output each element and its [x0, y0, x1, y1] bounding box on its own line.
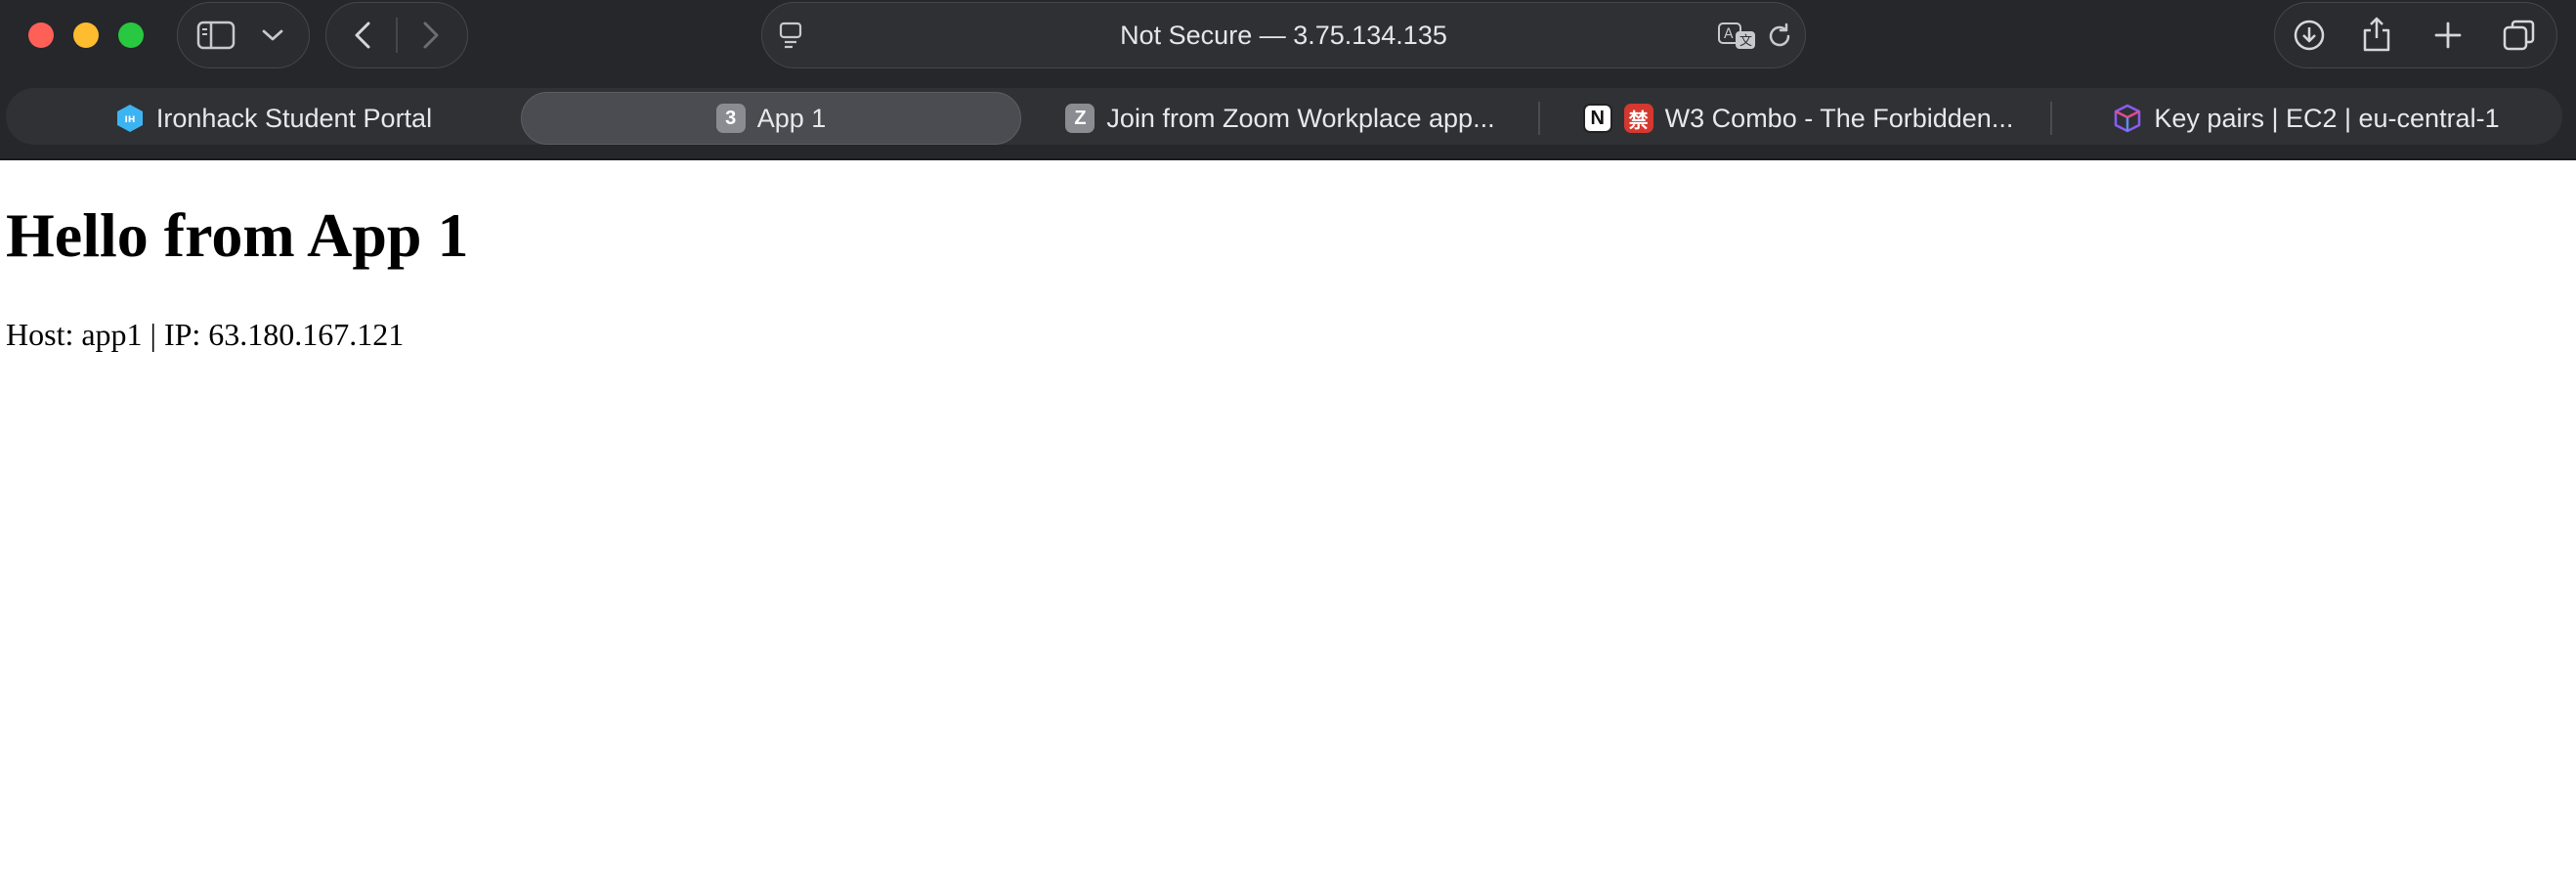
tab-separator — [1538, 102, 1540, 135]
address-bar[interactable]: Not Secure — 3.75.134.135 — [761, 2, 1806, 68]
host-ip-info: Host: app1 | IP: 63.180.167.121 — [6, 317, 405, 352]
close-window-button[interactable] — [28, 22, 54, 48]
reload-icon[interactable] — [1765, 22, 1794, 51]
tab-overview-icon[interactable] — [2502, 18, 2537, 53]
sidebar-toggle-icon[interactable] — [195, 20, 236, 51]
back-arrow-icon[interactable] — [348, 20, 377, 51]
svg-text:IH: IH — [124, 115, 135, 125]
chevron-down-icon[interactable] — [259, 25, 286, 45]
new-tab-plus-icon[interactable] — [2432, 20, 2464, 51]
forward-arrow-icon[interactable] — [416, 20, 446, 51]
tab-app-1[interactable]: 3 App 1 — [521, 92, 1021, 145]
zoom-letter-icon: Z — [1065, 104, 1095, 133]
address-bar-text: Not Secure — 3.75.134.135 — [1120, 20, 1447, 50]
forbidden-kanji-icon: 禁 — [1623, 104, 1653, 133]
cube-icon — [2113, 104, 2142, 133]
page-heading: Hello from App 1 — [6, 200, 469, 270]
tab-key-pairs-ec2[interactable]: Key pairs | EC2 | eu-central-1 — [2062, 92, 2551, 145]
svg-text:A: A — [1724, 26, 1734, 42]
tab-ironhack[interactable]: IH Ironhack Student Portal — [29, 92, 518, 145]
tab-label: Key pairs | EC2 | eu-central-1 — [2154, 103, 2500, 133]
share-icon[interactable] — [2361, 16, 2392, 53]
tab-label: App 1 — [756, 103, 827, 133]
notion-icon: N — [1582, 104, 1612, 133]
maximize-window-button[interactable] — [118, 22, 144, 48]
page-menu-icon[interactable] — [777, 22, 804, 49]
minimize-window-button[interactable] — [73, 22, 99, 48]
tab-label: Join from Zoom Workplace app... — [1106, 103, 1495, 133]
tab-zoom[interactable]: Z Join from Zoom Workplace app... — [1036, 92, 1524, 145]
nav-divider — [396, 18, 398, 53]
tab-separator — [2050, 102, 2052, 135]
page-content: Hello from App 1 Host: app1 | IP: 63.180… — [0, 160, 2576, 874]
tab-w3-combo[interactable]: N 禁 W3 Combo - The Forbidden... — [1554, 92, 2042, 145]
translate-icon[interactable]: A文 — [1718, 22, 1757, 51]
tab-label: W3 Combo - The Forbidden... — [1664, 103, 2014, 133]
tab-number-badge: 3 — [715, 104, 746, 133]
ironhack-icon: IH — [115, 104, 145, 133]
svg-text:文: 文 — [1739, 34, 1752, 49]
tab-label: Ironhack Student Portal — [155, 103, 433, 133]
downloads-icon[interactable] — [2292, 18, 2327, 53]
